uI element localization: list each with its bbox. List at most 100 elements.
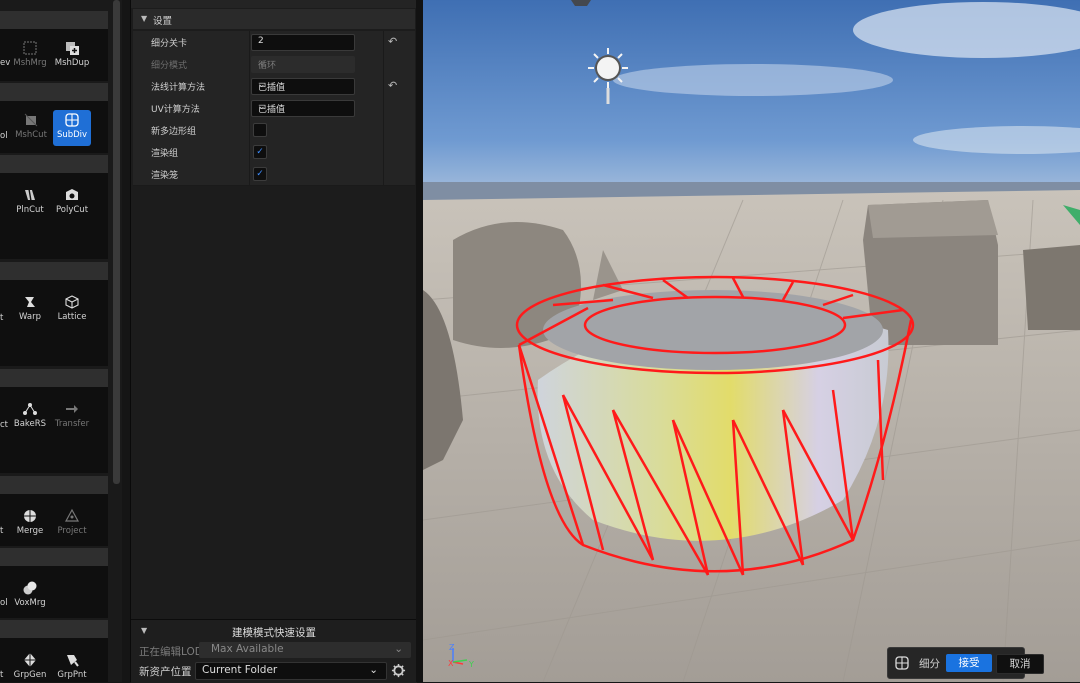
tool-warp[interactable]: Warp [11, 292, 49, 328]
mesh-cut-icon [24, 113, 38, 127]
cube [1023, 245, 1080, 330]
subdiv-mode-dropdown[interactable]: 循环 ⌄ [251, 56, 355, 73]
subdiv-level-label: 细分关卡 [151, 39, 188, 49]
quick-settings-title: 建模模式快速设置 [232, 627, 316, 639]
panel-splitter[interactable] [416, 0, 423, 682]
subdiv-mode-label: 细分模式 [151, 61, 188, 71]
palette-group-header[interactable] [0, 11, 108, 29]
cancel-button[interactable]: 取消 [996, 654, 1044, 674]
accept-button[interactable]: 接受 [946, 654, 992, 672]
group-generate-icon [24, 653, 36, 667]
new-polygroups-checkbox[interactable] [253, 123, 267, 137]
mesh-duplicate-icon [66, 42, 79, 55]
normal-method-label: 法线计算方法 [151, 83, 206, 93]
palette-group-body: t Warp Lattice [0, 280, 108, 366]
tool-voxmrg[interactable]: VoxMrg [11, 578, 49, 614]
palette-group-body: PlnCut PolyCut [0, 173, 108, 259]
palette-group-header[interactable] [0, 548, 108, 566]
reset-arrow-icon[interactable]: ↶ [388, 79, 397, 92]
axis-x-label: X [448, 659, 454, 668]
palette-group-body: ol VoxMrg [0, 566, 108, 618]
palette-group-header[interactable] [0, 83, 108, 101]
palette-scrollbar[interactable] [113, 0, 120, 484]
section-title: 设置 [153, 16, 173, 27]
palette-group-header[interactable] [0, 476, 108, 494]
chevron-down-icon: ⌄ [369, 664, 378, 676]
row-render-cage: 渲染笼 ✓ [133, 163, 415, 186]
row-normal-method: 法线计算方法 已插值 ⌄ ↶ [133, 75, 415, 98]
palette-group-header[interactable] [0, 620, 108, 638]
tool-subdiv[interactable]: SubDiv [53, 110, 91, 146]
project-icon [64, 508, 80, 522]
plane-cut-icon [25, 188, 35, 202]
tool-polycut[interactable]: PolyCut [53, 185, 91, 221]
asset-location-label: 新资产位置 [139, 666, 192, 678]
tool-bakers[interactable]: BakeRS [11, 399, 49, 435]
palette-group-header[interactable] [0, 369, 108, 387]
chevron-down-icon: ⌄ [258, 102, 266, 112]
palette-group-body: ev MshMrg MshDup [0, 29, 108, 81]
group-paint-icon [67, 655, 79, 667]
axis-z-label: Z [449, 643, 455, 652]
warp-icon [25, 297, 35, 307]
quick-settings-panel: ▼ 建模模式快速设置 正在编辑LOD Max Available ⌄ 新资产位置 … [131, 619, 417, 683]
palette-group-header[interactable] [0, 262, 108, 280]
palette-group-header[interactable] [0, 155, 108, 173]
render-cage-checkbox[interactable]: ✓ [253, 167, 267, 181]
poly-cut-icon [66, 189, 78, 200]
palette-group-body: ol MshCut SubDiv [0, 101, 108, 153]
row-subdiv-mode: 细分模式 循环 ⌄ [133, 53, 415, 76]
gear-icon[interactable] [391, 663, 406, 678]
row-subdiv-level: 细分关卡 2 ↶ [133, 31, 415, 54]
lod-label: 正在编辑LOD [139, 646, 203, 658]
row-uv-method: UV计算方法 已插值 ⌄ [133, 97, 415, 120]
lattice-icon [65, 295, 79, 309]
subdivide-icon [895, 656, 909, 670]
tool-merge[interactable]: Merge [11, 506, 49, 542]
chevron-down-icon: ⌄ [258, 58, 266, 68]
tool-accept-bar: 细分 接受 取消 [887, 647, 1044, 679]
tool-mshcut[interactable]: MshCut [12, 110, 50, 146]
render-groups-label: 渲染组 [151, 149, 179, 159]
tool-palette: ev MshMrg MshDup ol MshCut SubDiv PlnCut… [0, 0, 122, 682]
cloud [613, 64, 893, 96]
tool-plncut[interactable]: PlnCut [11, 185, 49, 221]
details-top-strip [131, 0, 417, 8]
row-new-polygroups: 新多边形组 [133, 119, 415, 142]
level-viewport[interactable]: Z X Y 细分 接受 取消 [423, 0, 1080, 682]
subdivide-icon [65, 113, 79, 127]
tool-lattice[interactable]: Lattice [53, 292, 91, 328]
tool-project[interactable]: Project [53, 506, 91, 542]
transfer-icon [66, 405, 78, 413]
row-render-groups: 渲染组 ✓ [133, 141, 415, 164]
new-polygroups-label: 新多边形组 [151, 127, 197, 137]
render-cage-label: 渲染笼 [151, 171, 179, 181]
palette-group-body: t GrpGen GrpPnt [0, 638, 108, 682]
active-tool-name: 细分 [919, 658, 940, 670]
lod-dropdown[interactable]: Max Available ⌄ [199, 642, 411, 658]
reset-arrow-icon[interactable]: ↶ [388, 35, 397, 48]
cube-top [868, 200, 998, 238]
palette-group-body: ct BakeRS Transfer [0, 387, 108, 473]
axis-y-label: Y [468, 660, 474, 669]
bake-rs-icon [23, 403, 37, 415]
tool-grpgen[interactable]: GrpGen [11, 650, 49, 682]
viewport-scene: Z X Y [423, 0, 1080, 682]
chevron-down-icon: ⌄ [394, 643, 403, 655]
subdiv-level-input[interactable]: 2 [251, 34, 355, 51]
settings-section-header[interactable]: ▼ 设置 [133, 9, 415, 29]
asset-location-dropdown[interactable]: Current Folder ⌄ [195, 662, 387, 680]
tool-transfer[interactable]: Transfer [53, 399, 91, 435]
tool-mshdup[interactable]: MshDup [53, 38, 91, 74]
collapse-triangle-icon: ▼ [141, 14, 148, 23]
chevron-down-icon: ⌄ [258, 80, 266, 90]
render-groups-checkbox[interactable]: ✓ [253, 145, 267, 159]
tool-grppnt[interactable]: GrpPnt [53, 650, 91, 682]
mesh-merge-icon [23, 41, 37, 55]
tool-mshmrg[interactable]: MshMrg [11, 38, 49, 74]
normal-method-dropdown[interactable]: 已插值 ⌄ [251, 78, 355, 95]
details-panel: ▼ 设置 细分关卡 2 ↶ 细分模式 循环 ⌄ 法线计算方法 已插值 ⌄ ↶ UV计… [130, 0, 417, 683]
palette-group-body: t Merge Project [0, 494, 108, 546]
voxel-merge-icon [23, 581, 37, 595]
uv-method-dropdown[interactable]: 已插值 ⌄ [251, 100, 355, 117]
